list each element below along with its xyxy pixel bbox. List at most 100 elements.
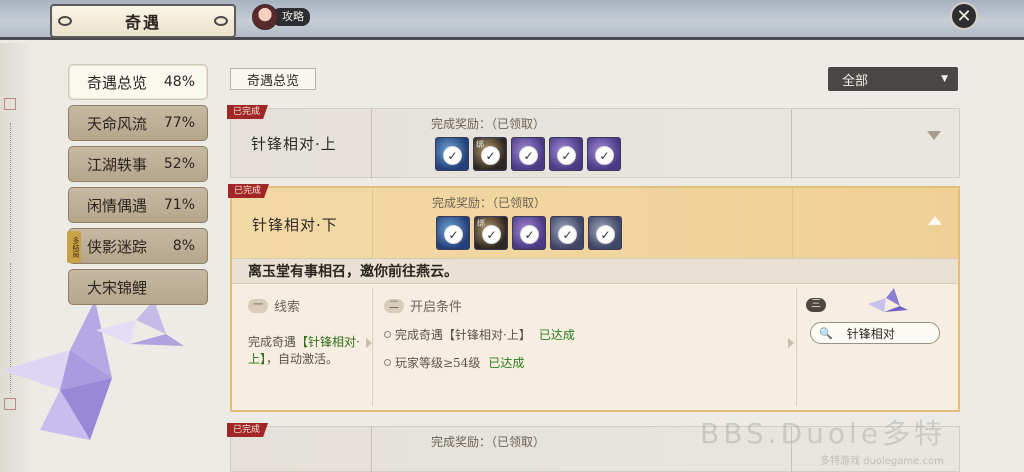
step-number: 二 — [384, 298, 404, 313]
close-icon: ✕ — [956, 5, 972, 27]
check-icon: ✓ — [595, 146, 614, 165]
reward-item[interactable]: 绑 ✓ — [474, 216, 508, 250]
reward-list: ✓ 绑 ✓ ✓ ✓ ✓ — [436, 216, 622, 250]
avatar — [252, 4, 278, 30]
status-badge: 已完成 — [228, 184, 270, 198]
multi-ending-badge: 多结局 — [67, 231, 81, 263]
reward-item[interactable]: ✓ — [511, 137, 545, 171]
check-icon: ✓ — [557, 146, 576, 165]
search-text: 针锋相对 — [846, 326, 895, 341]
reward-label: 完成奖励：（已领取） — [431, 117, 546, 131]
category-label: 江湖轶事 — [87, 155, 148, 174]
check-icon: ✓ — [444, 225, 463, 244]
clue-title: 线索 — [274, 300, 301, 315]
category-percent: 77% — [163, 115, 195, 131]
condition-state: 已达成 — [538, 328, 575, 342]
expand-arrow-icon[interactable] — [927, 131, 941, 140]
category-item-koi[interactable]: 大宋锦鲤 — [68, 269, 208, 305]
page-title: 奇遇 — [124, 13, 161, 32]
step-number: 三 — [806, 298, 826, 312]
reward-item[interactable]: ✓ — [588, 216, 622, 250]
top-bar: 奇遇 攻略 ✕ — [0, 0, 1024, 40]
category-item-destiny[interactable]: 天命风流 77% — [68, 105, 208, 141]
ornament-icon — [58, 16, 72, 26]
reward-item[interactable]: 绑 ✓ — [473, 137, 507, 171]
divider — [372, 188, 373, 258]
clue-text-before: 完成奇遇 — [248, 335, 297, 349]
reward-item[interactable]: ✓ — [436, 216, 470, 250]
reward-item[interactable]: ✓ — [435, 137, 469, 171]
calligraphy-decoration — [10, 123, 18, 253]
category-list: 奇遇总览 48% 天命风流 77% 江湖轶事 52% 闲情偶遇 71% 多结局 … — [67, 64, 208, 310]
status-badge: 已完成 — [227, 105, 269, 119]
divider — [372, 288, 373, 406]
watermark: BBS.Duole多特 — [700, 417, 947, 450]
quest-description: 离玉堂有事相召，邀你前往燕云。 — [232, 258, 958, 284]
chevron-down-icon: ▼ — [941, 74, 948, 84]
category-label: 闲情偶遇 — [87, 196, 148, 215]
close-button[interactable]: ✕ — [950, 2, 978, 30]
filter-value: 全部 — [842, 73, 869, 89]
reward-item[interactable]: ✓ — [587, 137, 621, 171]
category-percent: 52% — [163, 156, 195, 172]
condition-item: 玩家等级≥54级 已达成 — [384, 354, 524, 371]
reward-item[interactable]: ✓ — [549, 137, 583, 171]
quest-name: 针锋相对·下 — [252, 216, 338, 234]
check-icon: ✓ — [443, 146, 462, 165]
collapse-arrow-icon[interactable] — [928, 216, 942, 225]
quest-card-expanded[interactable]: 已完成 针锋相对·下 完成奖励：（已领取） ✓ 绑 ✓ ✓ ✓ ✓ 离玉堂有事相召… — [228, 184, 960, 412]
category-item-shadow[interactable]: 多结局 侠影迷踪 8% — [67, 228, 208, 264]
search-icon: 🔍 — [819, 326, 833, 340]
category-label: 大宋锦鲤 — [87, 278, 148, 297]
seal-icon — [4, 98, 16, 110]
step3-heading: 三 — [806, 298, 832, 312]
check-icon: ✓ — [482, 225, 501, 244]
clue-text-after: ，自动激活。 — [266, 352, 339, 366]
arrow-right-icon — [788, 338, 794, 348]
reward-item[interactable]: ✓ — [512, 216, 546, 250]
title-tab: 奇遇 — [50, 4, 236, 38]
condition-state: 已达成 — [488, 356, 525, 370]
watermark-sub: 多特游戏 duolegame.com — [820, 456, 944, 467]
divider — [371, 109, 372, 179]
check-icon: ✓ — [520, 225, 539, 244]
category-percent: 71% — [163, 197, 195, 213]
reward-item[interactable]: ✓ — [550, 216, 584, 250]
divider — [792, 188, 793, 258]
condition-title: 开启条件 — [410, 300, 463, 315]
condition-text: 完成奇遇【针锋相对·上】 — [395, 328, 531, 342]
category-percent: 48% — [163, 74, 195, 90]
reward-label: 完成奖励：（已领取） — [431, 435, 546, 449]
reward-list: ✓ 绑 ✓ ✓ ✓ ✓ — [435, 137, 621, 171]
category-label: 天命风流 — [87, 114, 148, 133]
paper-crane-icon — [868, 288, 908, 312]
divider — [791, 109, 792, 179]
step-number: 一 — [248, 298, 268, 313]
condition-item: 完成奇遇【针锋相对·上】 已达成 — [384, 326, 575, 343]
search-button[interactable]: 🔍 针锋相对 — [810, 322, 940, 344]
bullet-icon — [384, 331, 391, 338]
check-icon: ✓ — [596, 225, 615, 244]
check-icon: ✓ — [558, 225, 577, 244]
ornament-icon — [214, 16, 228, 26]
quest-name: 针锋相对·上 — [251, 135, 337, 153]
category-item-overview[interactable]: 奇遇总览 48% — [68, 64, 208, 100]
divider — [796, 288, 797, 406]
category-label: 奇遇总览 — [87, 73, 148, 92]
divider — [371, 427, 372, 472]
category-label: 侠影迷踪 — [87, 237, 148, 256]
category-item-leisure[interactable]: 闲情偶遇 71% — [68, 187, 208, 223]
check-icon: ✓ — [481, 146, 500, 165]
filter-dropdown[interactable]: 全部 ▼ — [828, 67, 958, 91]
reward-label: 完成奖励：（已领取） — [432, 196, 547, 210]
bullet-icon — [384, 359, 391, 366]
category-item-anecdotes[interactable]: 江湖轶事 52% — [68, 146, 208, 182]
section-heading: 奇遇总览 — [230, 68, 316, 90]
status-badge: 已完成 — [227, 423, 269, 437]
guide-button[interactable]: 攻略 — [252, 4, 310, 30]
check-icon: ✓ — [519, 146, 538, 165]
clue-text: 完成奇遇【针锋相对·上】，自动激活。 — [248, 334, 364, 368]
condition-text: 玩家等级≥54级 — [395, 356, 481, 370]
condition-heading: 二 开启条件 — [384, 296, 462, 315]
quest-card[interactable]: 已完成 针锋相对·上 完成奖励：（已领取） ✓ 绑 ✓ ✓ ✓ ✓ — [227, 105, 960, 179]
